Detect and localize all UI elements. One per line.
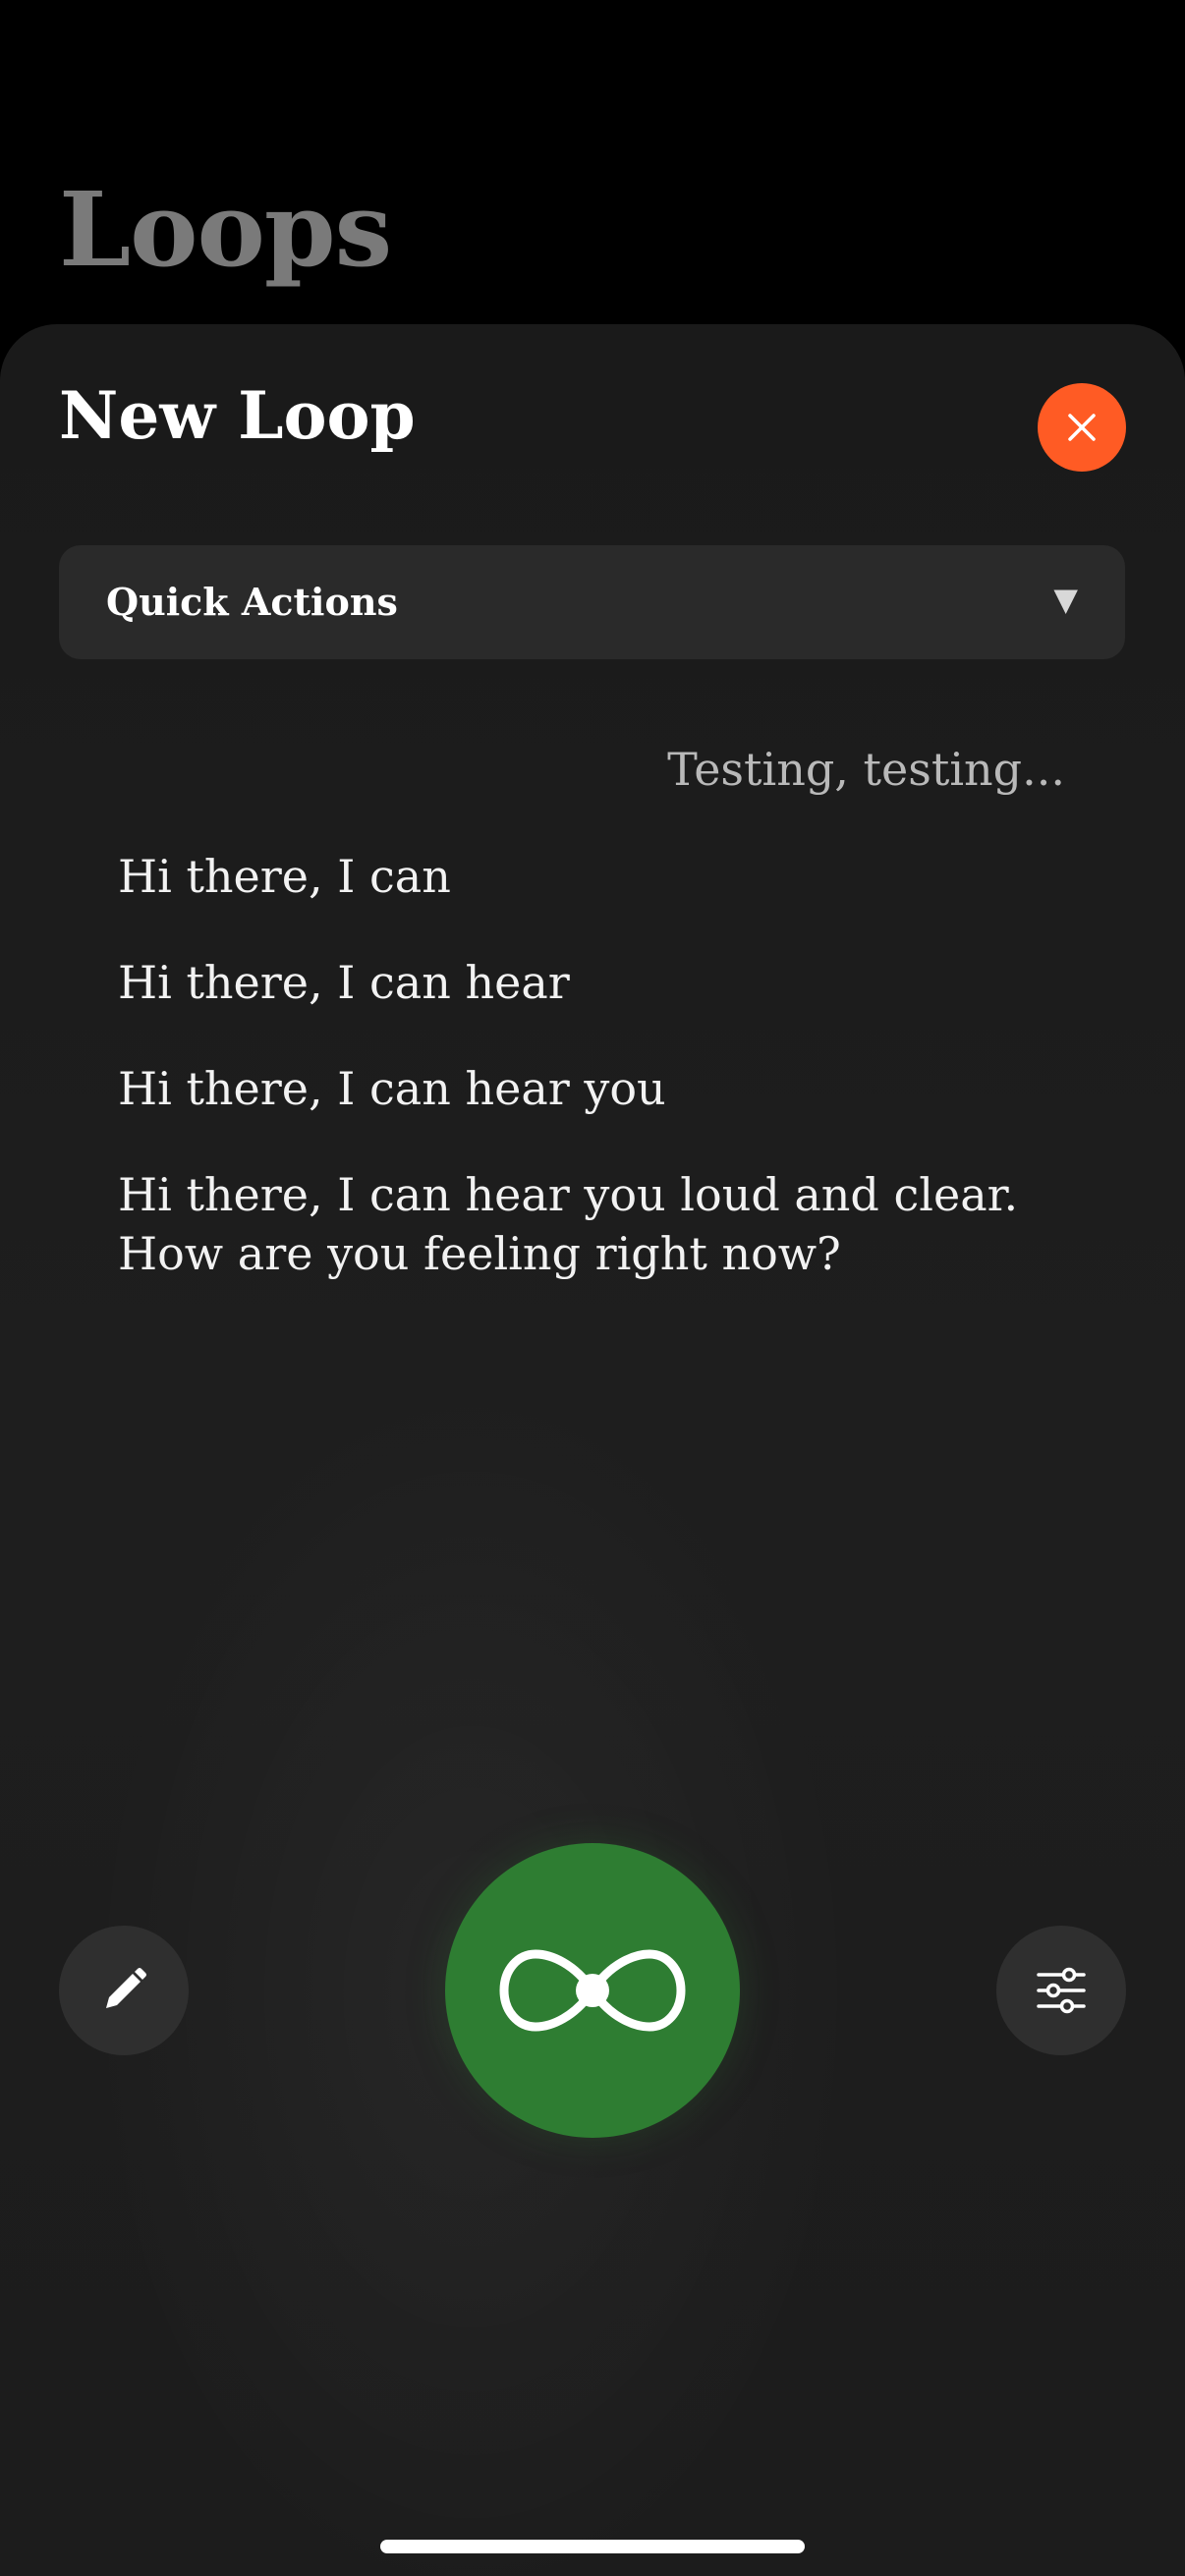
dropdown-triangle-icon: ▼ — [1053, 581, 1078, 618]
reply-message: Hi there, I can — [118, 850, 451, 903]
start-loop-button[interactable] — [445, 1843, 740, 2138]
reply-message: Hi there, I can hear — [118, 956, 570, 1009]
home-indicator[interactable] — [380, 2540, 805, 2553]
settings-button[interactable] — [996, 1926, 1126, 2055]
close-icon — [1068, 414, 1096, 441]
quick-actions-label: Quick Actions — [106, 580, 398, 624]
sheet-title: New Loop — [59, 377, 416, 454]
page-title-loops: Loops — [59, 169, 392, 290]
new-loop-sheet: New Loop Quick Actions ▼ Testing, testin… — [0, 324, 1185, 2576]
sliders-icon — [1037, 1967, 1086, 2014]
quick-actions-dropdown[interactable]: Quick Actions ▼ — [59, 545, 1125, 659]
reply-message: Hi there, I can hear you — [118, 1062, 666, 1115]
edit-button[interactable] — [59, 1926, 189, 2055]
reply-message: Hi there, I can hear you loud and clear.… — [118, 1168, 1019, 1280]
pencil-icon — [106, 1968, 146, 2008]
close-button[interactable] — [1038, 383, 1126, 472]
user-message: Testing, testing... — [667, 743, 1065, 796]
loop-infinity-icon — [499, 1949, 686, 2032]
